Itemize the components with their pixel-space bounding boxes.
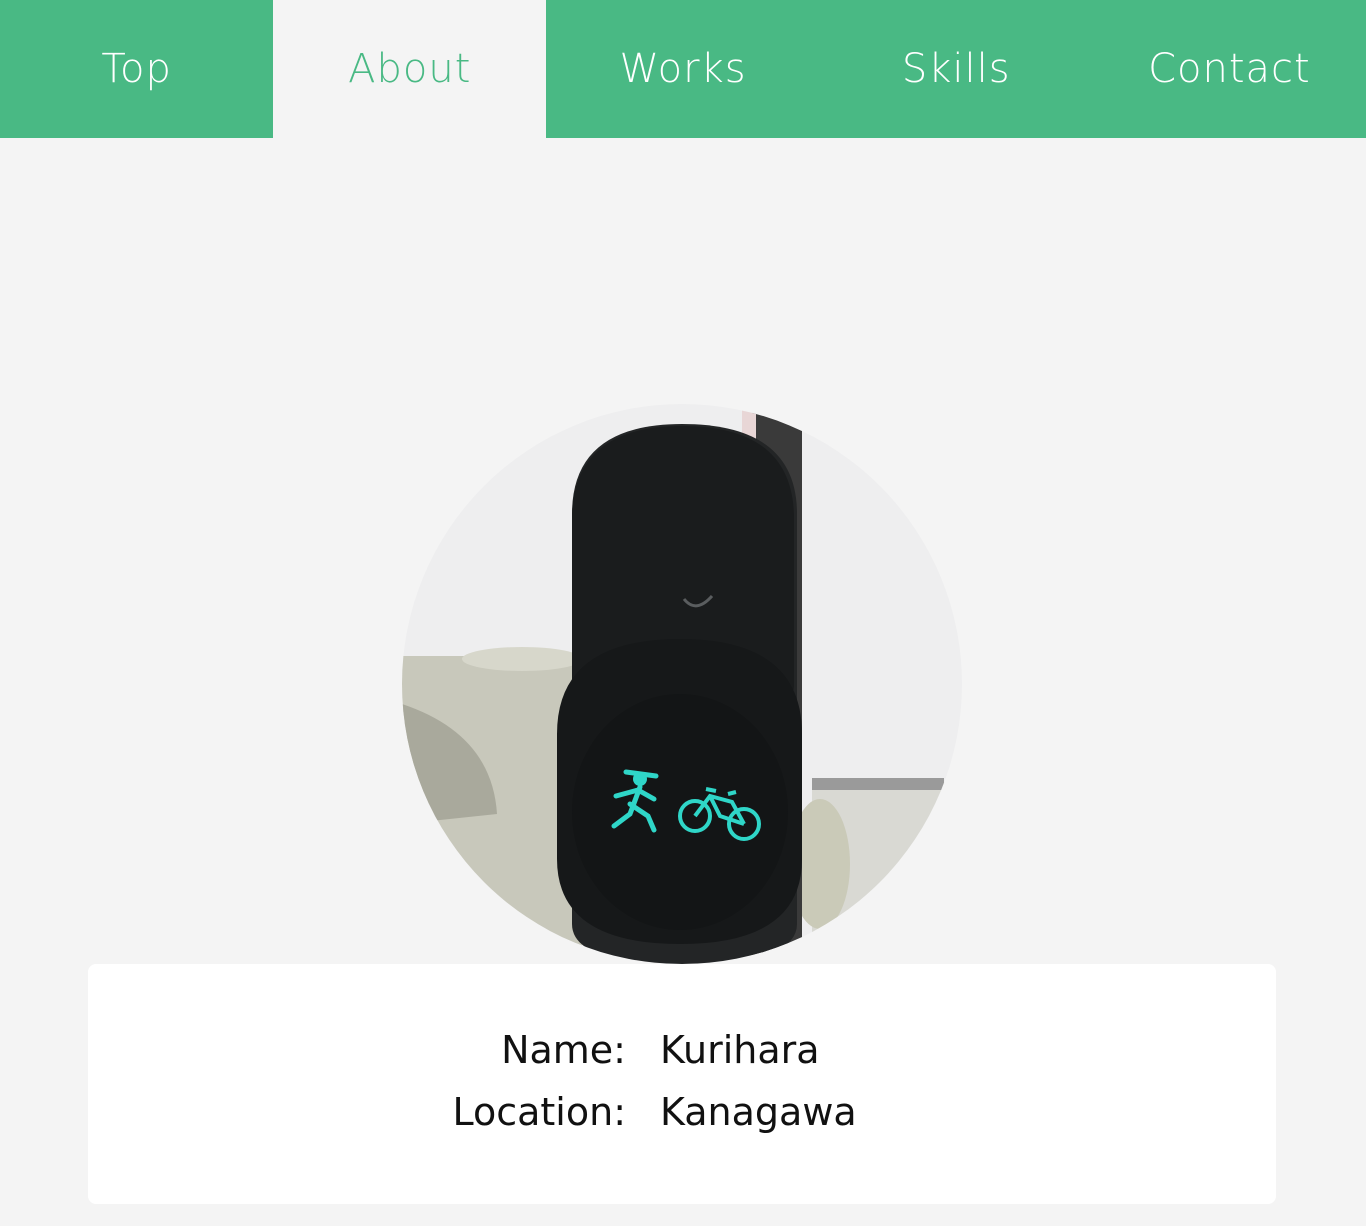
nav-item-works[interactable]: Works [546, 0, 819, 138]
traffic-signal-photo [402, 404, 962, 964]
nav-item-about[interactable]: About [273, 0, 547, 138]
location-label: Location: [452, 1090, 626, 1134]
left-housing-top [462, 647, 582, 671]
nav-item-contact[interactable]: Contact [1093, 0, 1366, 138]
location-row: Location: Kanagawa [88, 1090, 1276, 1152]
profile-photo [402, 404, 962, 964]
name-label: Name: [501, 1028, 626, 1072]
location-value: Kanagawa [660, 1090, 857, 1134]
name-value: Kurihara [660, 1028, 820, 1072]
profile-card: Name: Kurihara Location: Kanagawa [88, 964, 1276, 1204]
top-navigation: Top About Works Skills Contact [0, 0, 1366, 138]
nav-item-skills[interactable]: Skills [820, 0, 1093, 138]
name-row: Name: Kurihara [88, 1028, 1276, 1090]
nav-item-top[interactable]: Top [0, 0, 273, 138]
right-panel-edge [812, 778, 944, 790]
